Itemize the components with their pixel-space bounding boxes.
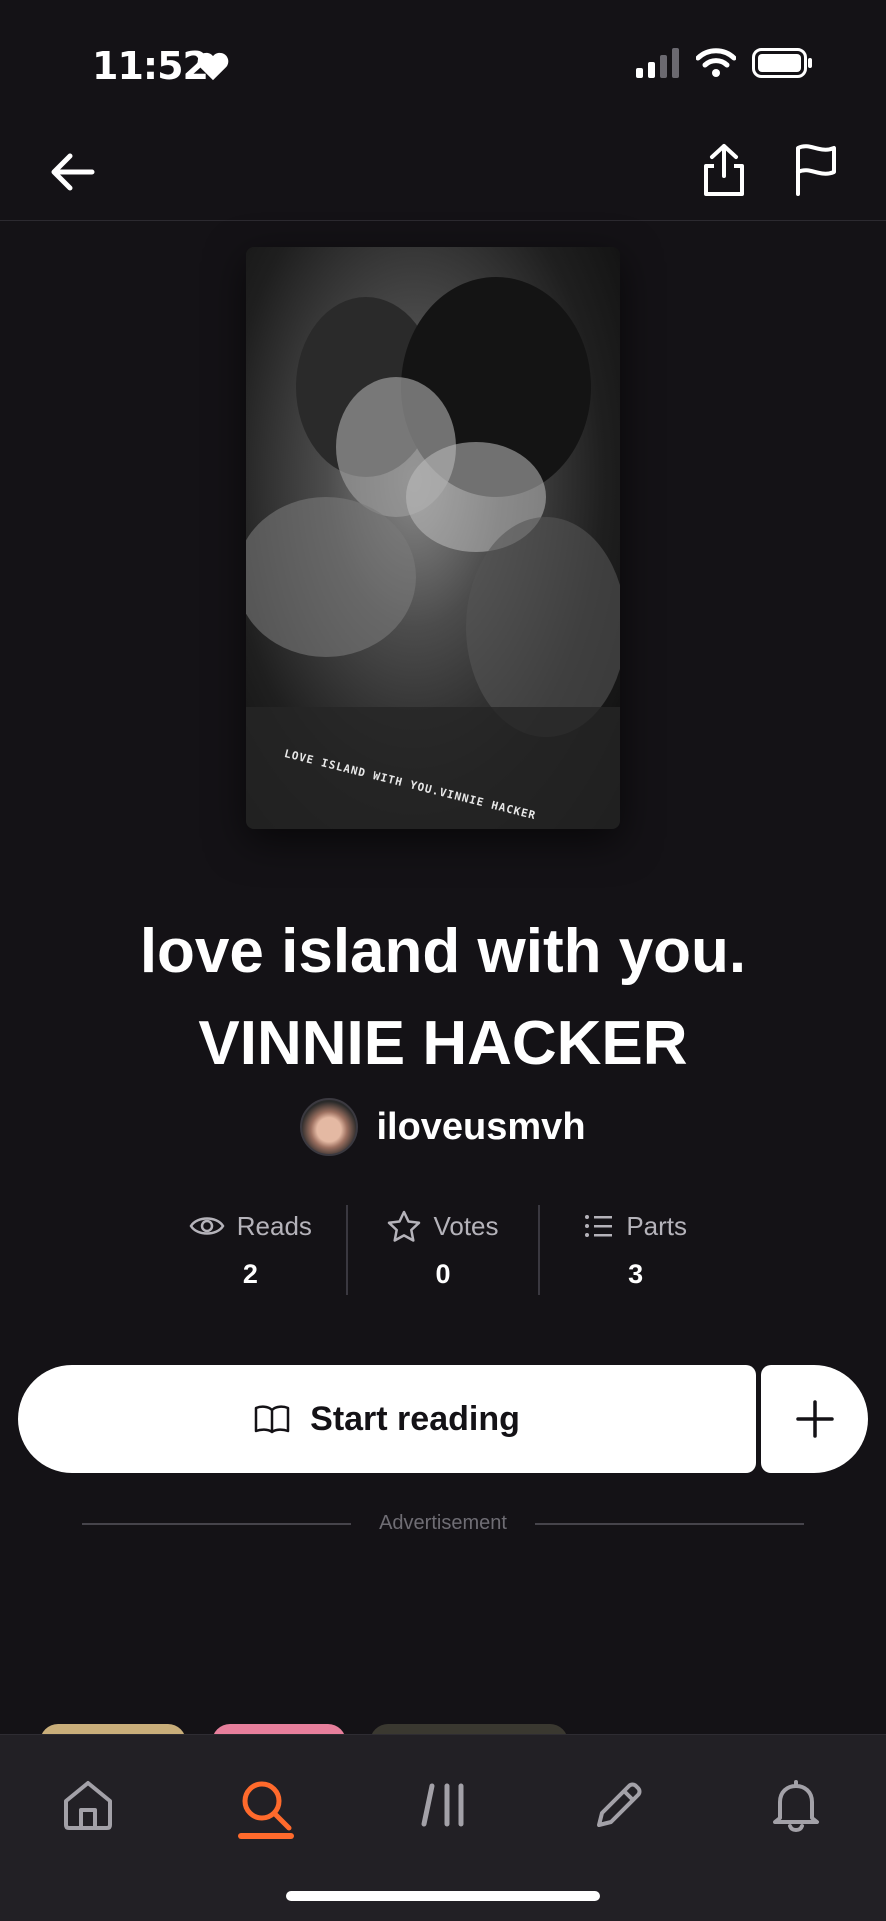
bell-icon xyxy=(773,1780,819,1832)
add-to-library-button[interactable] xyxy=(761,1365,868,1473)
arrow-left-icon xyxy=(51,153,95,191)
ad-divider: Advertisement xyxy=(82,1512,804,1535)
flag-icon xyxy=(796,144,836,196)
heart-icon xyxy=(197,52,229,81)
plus-icon xyxy=(795,1400,834,1438)
search-icon xyxy=(242,1781,292,1831)
tab-library[interactable] xyxy=(399,1755,489,1855)
stat-reads: Reads 2 xyxy=(155,1205,346,1295)
avatar xyxy=(300,1098,359,1156)
share-button[interactable] xyxy=(692,136,756,204)
top-nav xyxy=(0,120,886,221)
story-title-line1: love island with you. xyxy=(139,917,747,986)
stat-reads-label: Reads xyxy=(236,1210,312,1241)
start-reading-label: Start reading xyxy=(310,1399,520,1438)
ad-label: Advertisement xyxy=(379,1512,507,1534)
home-indicator[interactable] xyxy=(286,1891,600,1901)
tab-notifications[interactable] xyxy=(751,1755,841,1855)
stat-votes-label: Votes xyxy=(433,1210,499,1241)
author-link[interactable]: iloveusmvh xyxy=(0,1098,886,1156)
stat-parts-label: Parts xyxy=(626,1210,688,1241)
list-icon xyxy=(585,1215,613,1237)
stat-votes-value: 0 xyxy=(435,1259,451,1289)
signal-icon xyxy=(636,48,679,78)
status-icons xyxy=(636,48,814,78)
home-icon xyxy=(64,1781,112,1830)
pencil-icon xyxy=(597,1782,642,1827)
back-button[interactable] xyxy=(40,140,104,204)
book-icon xyxy=(254,1405,290,1434)
cover-artwork xyxy=(246,277,620,829)
tab-home[interactable] xyxy=(43,1755,133,1855)
tab-search[interactable] xyxy=(221,1755,311,1855)
author-name: iloveusmvh xyxy=(376,1105,586,1148)
report-button[interactable] xyxy=(784,136,848,204)
story-cover[interactable]: LOVE ISLAND WITH YOU.VINNIE HACKER xyxy=(246,247,620,829)
eye-icon xyxy=(189,1217,225,1235)
divider-line xyxy=(82,1522,352,1525)
star-icon xyxy=(388,1210,421,1242)
share-icon xyxy=(704,144,744,196)
status-time: 11:52 xyxy=(92,44,209,88)
tab-write[interactable] xyxy=(574,1755,664,1855)
library-icon xyxy=(421,1783,464,1827)
active-tab-indicator xyxy=(238,1833,294,1839)
story-title-line2: VINNIE HACKER xyxy=(198,1009,688,1078)
stat-parts: Parts 3 xyxy=(538,1205,731,1295)
start-reading-button[interactable]: Start reading xyxy=(18,1365,756,1473)
stat-parts-value: 3 xyxy=(628,1259,644,1289)
stat-reads-value: 2 xyxy=(242,1259,258,1289)
divider-line xyxy=(534,1522,804,1525)
story-title: love island with you. VINNIE HACKER xyxy=(0,906,886,1090)
stat-votes: Votes 0 xyxy=(345,1205,539,1295)
story-stats: Reads 2 Votes 0 Parts 3 xyxy=(155,1205,731,1295)
wifi-icon xyxy=(696,48,736,77)
battery-icon xyxy=(752,48,812,78)
